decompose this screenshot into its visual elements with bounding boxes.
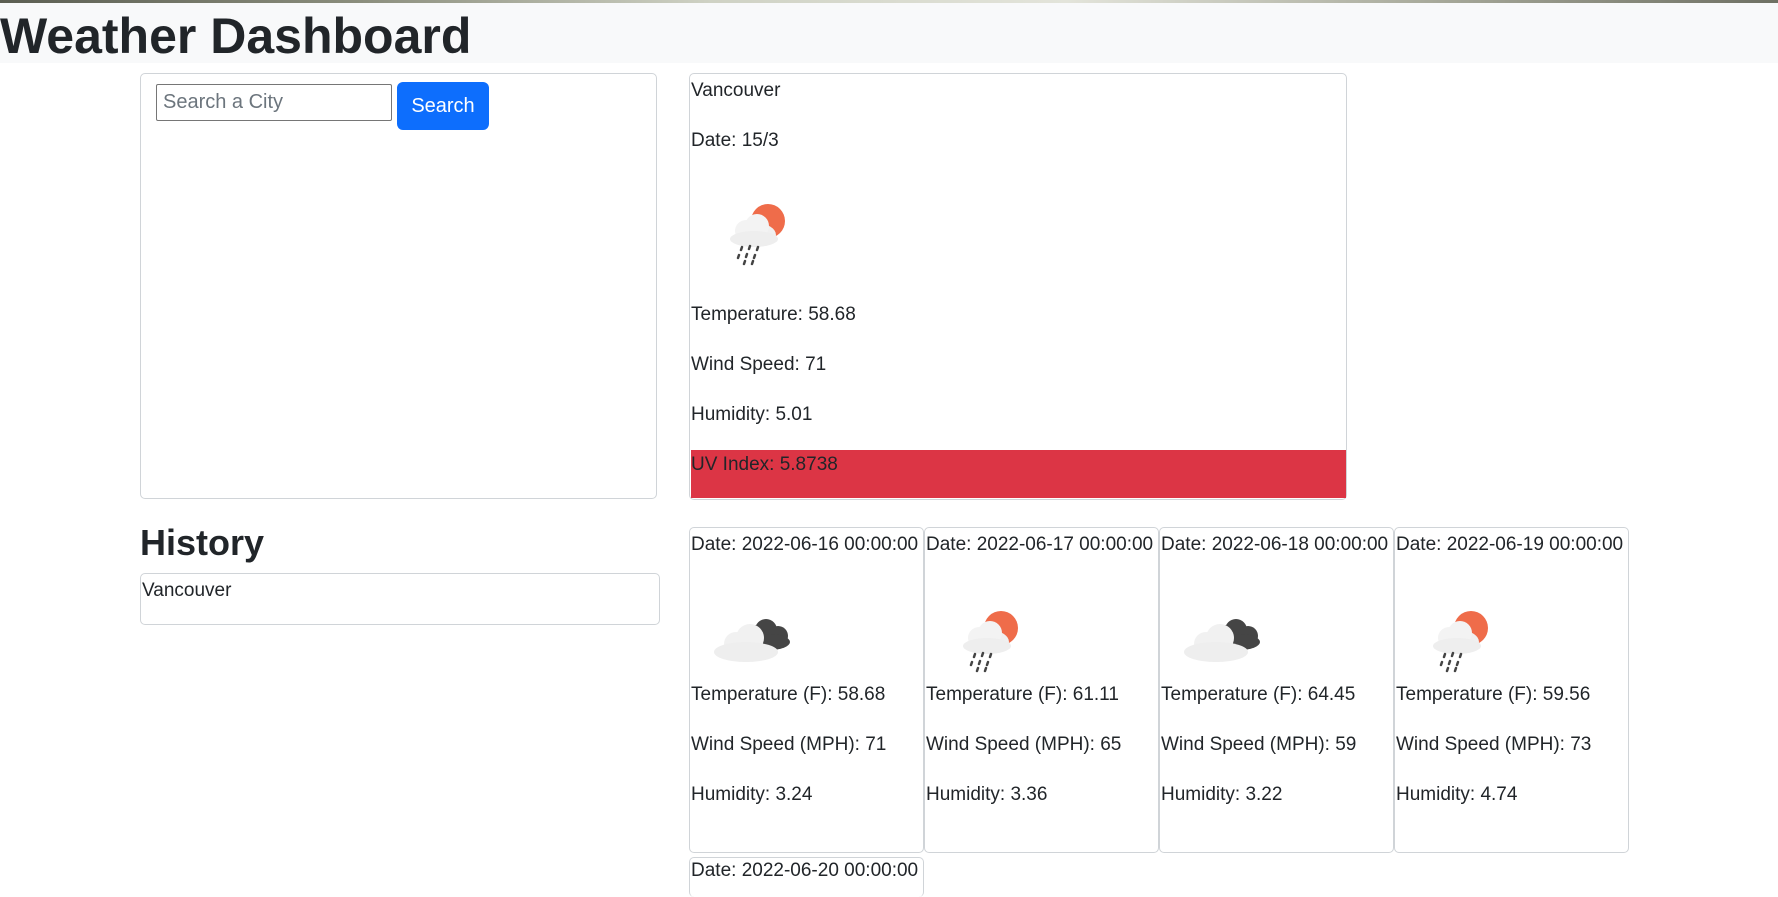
forecast-wind: Wind Speed (MPH): 73 — [1396, 734, 1592, 755]
cloud-sun-rain-icon — [730, 204, 785, 266]
forecast-wind: Wind Speed (MPH): 65 — [926, 734, 1122, 755]
forecast-temperature: Temperature (F): 61.11 — [926, 684, 1119, 705]
forecast-temperature: Temperature (F): 64.45 — [1161, 684, 1356, 705]
forecast-temperature: Temperature (F): 58.68 — [691, 684, 886, 705]
forecast-card-1: Date: 2022-06-16 00:00:00 Temperature (F… — [689, 527, 924, 853]
forecast-date: Date: 2022-06-20 00:00:00 — [691, 860, 919, 881]
forecast-wind: Wind Speed (MPH): 59 — [1161, 734, 1357, 755]
page-header: Weather Dashboard — [0, 3, 1778, 64]
forecast-date: Date: 2022-06-18 00:00:00 — [1161, 534, 1389, 555]
history-list: Vancouver — [140, 573, 660, 625]
forecast-card-2: Date: 2022-06-17 00:00:00 Temperature (F… — [924, 527, 1159, 853]
page-title: Weather Dashboard — [0, 8, 472, 64]
forecast-card-4: Date: 2022-06-19 00:00:00 Temperature (F… — [1394, 527, 1629, 853]
dark-cloud-icon — [1184, 619, 1260, 662]
forecast-wind: Wind Speed (MPH): 71 — [691, 734, 887, 755]
uv-index-text: UV Index: 5.8738 — [691, 454, 838, 475]
search-panel: Search — [140, 73, 657, 499]
forecast-card-3: Date: 2022-06-18 00:00:00 Temperature (F… — [1159, 527, 1394, 853]
cloud-sun-rain-icon — [1433, 611, 1488, 673]
forecast-temperature: Temperature (F): 59.56 — [1396, 684, 1591, 705]
forecast-humidity: Humidity: 3.24 — [691, 784, 813, 805]
forecast-date: Date: 2022-06-16 00:00:00 — [691, 534, 919, 555]
forecast-humidity: Humidity: 4.74 — [1396, 784, 1518, 805]
cloud-sun-rain-icon — [963, 611, 1018, 673]
current-wind: Wind Speed: 71 — [691, 354, 827, 375]
current-weather-card: Vancouver Date: 15/3 Temperature: 58.68 … — [689, 73, 1347, 500]
current-humidity: Humidity: 5.01 — [691, 404, 813, 425]
forecast-humidity: Humidity: 3.22 — [1161, 784, 1283, 805]
forecast-humidity: Humidity: 3.36 — [926, 784, 1048, 805]
history-item-vancouver[interactable]: Vancouver — [141, 578, 231, 604]
forecast-date: Date: 2022-06-19 00:00:00 — [1396, 534, 1624, 555]
current-temperature: Temperature: 58.68 — [691, 304, 856, 325]
forecast-card-5: Date: 2022-06-20 00:00:00 — [689, 857, 924, 897]
uv-index-badge: UV Index: 5.8738 — [691, 450, 1346, 498]
search-input[interactable] — [156, 84, 392, 121]
current-city: Vancouver — [691, 80, 781, 101]
history-title: History — [140, 522, 265, 563]
dark-cloud-icon — [714, 619, 790, 662]
forecast-date: Date: 2022-06-17 00:00:00 — [926, 534, 1154, 555]
current-date: Date: 15/3 — [691, 130, 779, 151]
search-button[interactable]: Search — [397, 82, 489, 130]
